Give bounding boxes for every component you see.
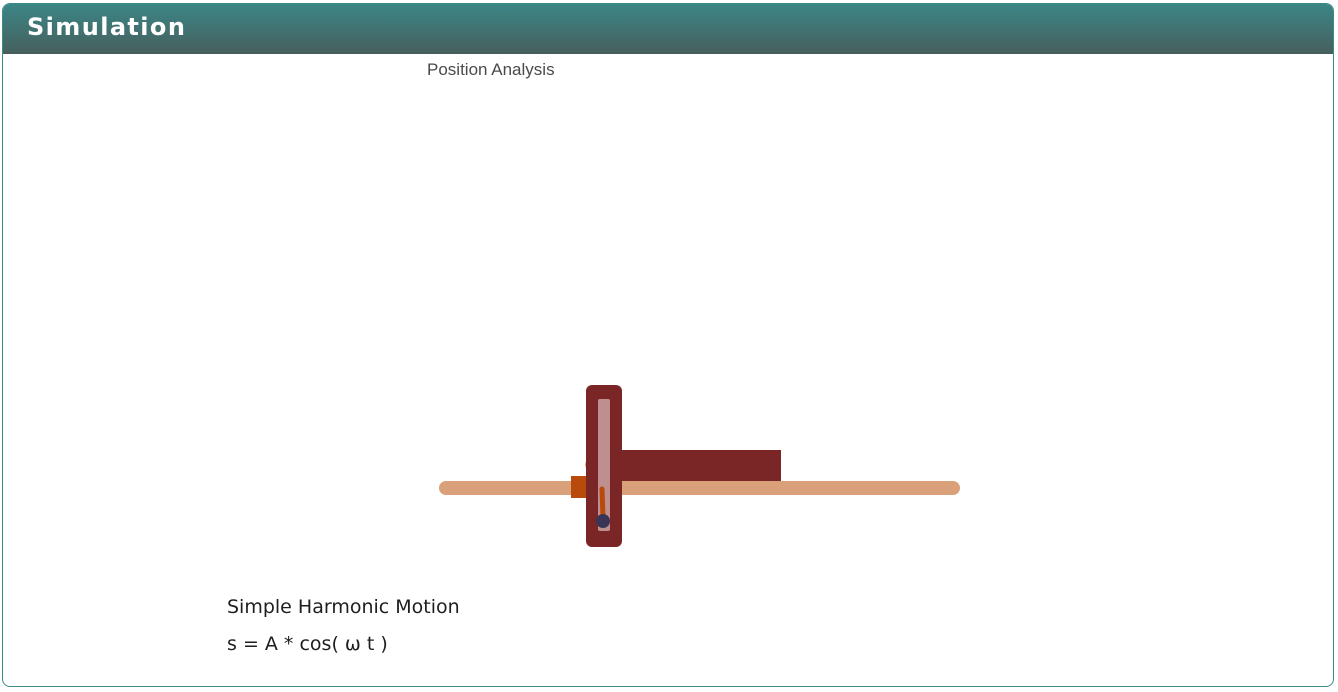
guide-rail — [439, 481, 960, 495]
crank-arm — [599, 486, 606, 521]
crank-pin — [596, 514, 610, 528]
simulation-panel: Simulation Position Analysis Simple Harm… — [2, 3, 1334, 687]
scotch-yoke-mechanism — [439, 385, 960, 547]
slider-rod — [615, 450, 781, 481]
motion-caption: Simple Harmonic Motion — [227, 596, 460, 618]
motion-equation: s = A * cos( ω t ) — [227, 633, 388, 655]
